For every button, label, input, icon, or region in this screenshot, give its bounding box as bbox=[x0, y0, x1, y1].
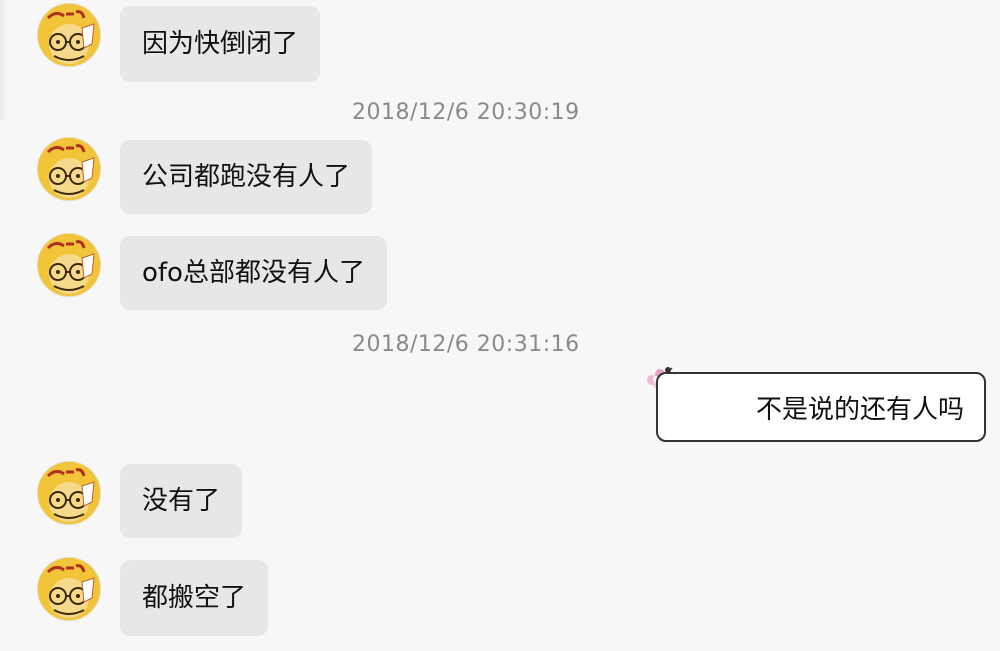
contact-avatar[interactable] bbox=[38, 234, 100, 296]
message-bubble-outgoing[interactable]: 不是说的还有人吗 bbox=[656, 372, 986, 442]
cartoon-dog-icon bbox=[38, 4, 100, 66]
message-text: 没有了 bbox=[142, 486, 221, 516]
cartoon-dog-icon bbox=[38, 558, 100, 620]
message-text: 不是说的还有人吗 bbox=[755, 394, 964, 425]
cartoon-dog-icon bbox=[38, 234, 100, 296]
message-text: 都搬空了 bbox=[142, 583, 247, 613]
message-text: ofo总部都没有人了 bbox=[142, 258, 365, 288]
message-bubble-incoming[interactable]: 没有了 bbox=[120, 464, 243, 538]
window-edge bbox=[0, 0, 8, 120]
chat-window: 因为快倒闭了 2018/12/6 20:30:19 公司都跑没有人了 ofo总部… bbox=[0, 0, 1000, 651]
message-bubble-incoming[interactable]: 公司都跑没有人了 bbox=[120, 140, 373, 214]
message-timestamp: 2018/12/6 20:30:19 bbox=[352, 100, 580, 125]
message-bubble-incoming[interactable]: 都搬空了 bbox=[120, 560, 269, 636]
contact-avatar[interactable] bbox=[38, 4, 100, 66]
contact-avatar[interactable] bbox=[38, 138, 100, 200]
message-text: 公司都跑没有人了 bbox=[142, 162, 351, 192]
message-text: 因为快倒闭了 bbox=[142, 29, 299, 59]
contact-avatar[interactable] bbox=[38, 558, 100, 620]
cartoon-dog-icon bbox=[38, 462, 100, 524]
message-timestamp: 2018/12/6 20:31:16 bbox=[352, 332, 580, 357]
message-bubble-incoming[interactable]: 因为快倒闭了 bbox=[120, 6, 321, 82]
cartoon-dog-icon bbox=[38, 138, 100, 200]
message-bubble-incoming[interactable]: ofo总部都没有人了 bbox=[120, 236, 387, 310]
contact-avatar[interactable] bbox=[38, 462, 100, 524]
